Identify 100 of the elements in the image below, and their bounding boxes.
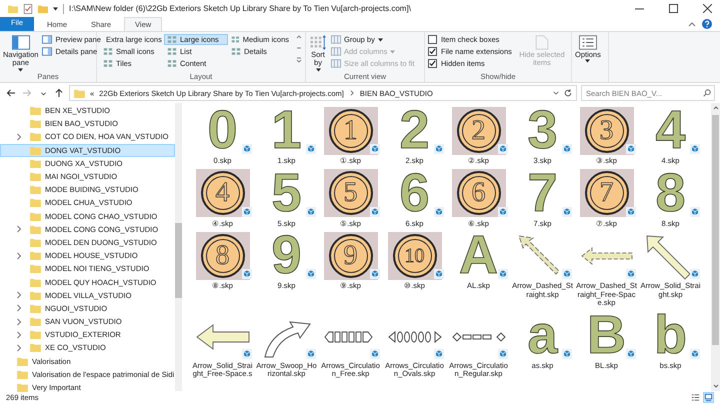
large-icons-view-button[interactable] [703,392,714,403]
help-icon[interactable] [702,19,712,29]
cube-icon [562,269,572,279]
checkbox[interactable] [428,35,437,44]
circled-number-thumbnail: 8 [196,232,250,280]
expand-chevron-icon[interactable] [16,252,22,260]
chevron-icon[interactable] [348,90,355,96]
cube-icon [562,206,572,216]
cube-icon [690,144,700,154]
expand-chevron-icon[interactable] [16,225,22,234]
cube-icon [434,206,444,216]
cube-icon [370,144,380,154]
dropdown-icon[interactable] [553,90,559,96]
view-icon [103,59,113,68]
cube-icon [690,348,700,358]
arrow-drawing [518,235,560,274]
pane-icon [42,47,52,56]
folder-icon [8,4,18,14]
back-button[interactable] [5,87,17,99]
up-button[interactable] [53,87,65,99]
view-icon [167,59,177,68]
circled-number-thumbnail: 10 [388,232,442,280]
scroll-up-icon[interactable] [712,106,718,110]
cube-icon [690,269,700,279]
folder-icon [30,290,41,300]
circled-number-thumbnail: 5 [324,169,378,217]
folder-icon [30,264,41,274]
scrollbar[interactable] [175,103,182,391]
character-thumbnail: 5 [271,168,302,218]
search-icon [703,89,711,97]
character-thumbnail: 3 [527,106,558,155]
folder-icon [30,146,41,155]
arrow-drawing [580,246,632,264]
cube-icon [562,348,572,358]
circled-number-thumbnail: 7 [580,169,634,217]
character-thumbnail: B [587,310,626,360]
arrow-drawing [388,331,442,343]
checkbox[interactable] [428,47,437,56]
cube-icon [434,144,444,154]
view-icon [167,47,177,56]
folder-icon [30,106,41,116]
circled-number-thumbnail: 9 [324,232,378,280]
character-thumbnail: 7 [527,168,558,218]
cube-icon [498,348,508,358]
arrow-icon [54,88,64,98]
cube-icon [306,144,316,154]
properties-icon[interactable] [23,4,33,14]
caret-icon [18,68,24,72]
folder-icon [30,343,41,352]
arrow-drawing [264,322,310,358]
maximize-icon[interactable] [669,4,678,13]
arrow-drawing [452,332,506,342]
cube-icon [242,269,252,279]
caret-icon [378,38,383,42]
navigation-pane-icon [12,35,30,50]
cube-icon [626,348,636,358]
cube-icon [434,348,444,358]
expand-chevron-icon[interactable] [16,132,22,141]
scroll-down-icon[interactable] [712,384,718,388]
cube-icon [242,348,252,358]
character-thumbnail: 1 [271,106,302,155]
folder-icon [74,88,85,98]
character-thumbnail: 2 [399,106,430,155]
folder-icon [30,212,41,221]
circled-number-thumbnail: 1 [324,106,378,154]
caret-icon[interactable] [53,6,58,10]
collapse-ribbon-icon[interactable] [688,22,696,26]
folder-icon [30,198,41,208]
view-icon [231,47,241,56]
pane-icon [42,35,52,44]
close-icon[interactable] [703,4,712,13]
cube-icon [498,144,508,154]
folder-icon [17,370,28,379]
folder-icon [30,185,41,194]
folder-icon [30,119,41,128]
arrow-drawing [196,324,249,350]
checkbox[interactable] [428,59,437,68]
character-thumbnail: 8 [655,168,686,218]
options-icon [578,35,597,50]
folder-icon [30,278,41,287]
caret-icon [390,50,396,54]
cube-icon [626,144,636,154]
cube-icon [242,144,252,154]
cube-icon [306,206,316,216]
arrow-drawing [324,332,372,342]
folder-icon [17,356,28,366]
circled-number-thumbnail: 2 [452,106,506,154]
view-icon [231,35,240,44]
scrollbar[interactable] [711,103,720,391]
character-thumbnail: 9 [271,231,302,280]
columns-icon [331,59,341,68]
details-view-button[interactable] [690,392,701,403]
character-thumbnail: 4 [655,106,686,155]
folder-icon [30,251,41,260]
refresh-icon[interactable] [564,89,572,97]
folder-icon [30,304,41,313]
chevron-down-icon [40,90,46,96]
folder-icon [30,330,41,340]
cube-icon [690,206,700,216]
caret-icon [585,59,590,64]
